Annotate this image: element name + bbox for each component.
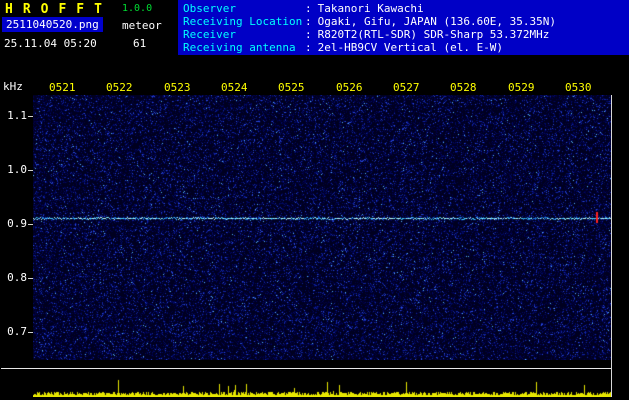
mode-label: meteor — [122, 19, 162, 32]
app-version: 1.0.0 — [122, 3, 153, 14]
x-axis: 0521 0522 0523 0524 0525 0526 0527 0528 … — [33, 81, 611, 94]
echo-count: 61 — [133, 37, 147, 50]
info-value: Ogaki, Gifu, JAPAN (136.60E, 35.35N) — [317, 15, 557, 28]
y-axis-unit: kHz — [3, 80, 23, 93]
info-row-location: Receiving Location: Ogaki, Gifu, JAPAN (1… — [178, 15, 629, 28]
x-tick-label: 0529 — [508, 81, 535, 94]
station-info-panel: Observer: Takanori Kawachi Receiving Loca… — [178, 0, 629, 55]
info-value: 2el-HB9CV Vertical (el. E-W) — [317, 41, 504, 54]
filename-badge: 2511040520.png — [2, 17, 103, 32]
x-tick-label: 0523 — [164, 81, 191, 94]
info-colon: : — [305, 15, 312, 28]
y-tick-label: 1.1 — [7, 109, 27, 122]
info-label: Receiving Location — [183, 15, 303, 28]
info-row-antenna: Receiving antenna:2el-HB9CV Vertical (el… — [178, 41, 629, 54]
x-tick-label: 0524 — [221, 81, 248, 94]
datetime-label: 25.11.04 05:20 — [4, 37, 97, 50]
hrofft-output-screen: HROFFT 1.0.0 2511040520.png meteor 25.11… — [0, 0, 629, 400]
info-label: Receiver — [183, 28, 236, 41]
strip-reference-line — [1, 368, 611, 369]
x-tick-label: 0521 — [49, 81, 76, 94]
info-colon: : — [305, 41, 312, 54]
info-label: Observer — [183, 2, 236, 15]
x-tick-label: 0526 — [336, 81, 363, 94]
info-value: R820T2(RTL-SDR) SDR-Sharp 53.372MHz — [317, 28, 550, 41]
info-row-receiver: Receiver: R820T2(RTL-SDR) SDR-Sharp 53.37… — [178, 28, 629, 41]
info-colon: : — [305, 28, 312, 41]
x-tick-label: 0528 — [450, 81, 477, 94]
spectrogram-canvas — [33, 95, 611, 360]
app-title: HROFFT — [5, 2, 112, 17]
y-tick-label: 0.7 — [7, 325, 27, 338]
header-left: HROFFT 1.0.0 2511040520.png meteor 25.11… — [0, 0, 178, 57]
info-label: Receiving antenna — [183, 41, 296, 54]
y-tick-label: 1.0 — [7, 163, 27, 176]
info-row-observer: Observer: Takanori Kawachi — [178, 2, 629, 15]
signal-level-strip-canvas — [33, 370, 611, 397]
info-value: Takanori Kawachi — [317, 2, 424, 15]
x-tick-label: 0530 — [565, 81, 592, 94]
x-tick-label: 0525 — [278, 81, 305, 94]
y-tick-label: 0.9 — [7, 217, 27, 230]
info-colon: : — [305, 2, 312, 15]
x-tick-label: 0522 — [106, 81, 133, 94]
plot-right-border — [611, 95, 612, 397]
y-tick-label: 0.8 — [7, 271, 27, 284]
x-tick-label: 0527 — [393, 81, 420, 94]
